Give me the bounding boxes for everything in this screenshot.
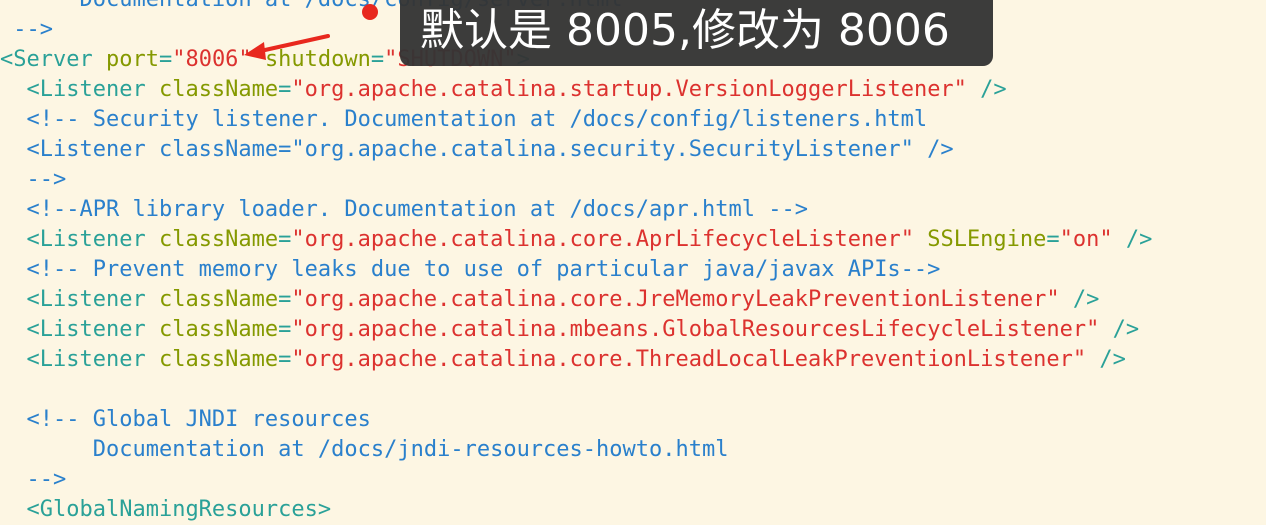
code-token-tag: /> bbox=[1086, 347, 1126, 372]
code-token-tag: /> bbox=[1059, 287, 1100, 312]
code-token-string: "org.apache.catalina.mbeans.GlobalResour… bbox=[291, 317, 1100, 342]
code-line[interactable]: Documentation at /docs/jndi-resources-ho… bbox=[0, 435, 1266, 465]
code-token-attr: className bbox=[158, 77, 279, 102]
code-line[interactable]: <!--APR library loader. Documentation at… bbox=[0, 195, 1266, 225]
code-line[interactable] bbox=[0, 375, 1266, 405]
code-token-punct bbox=[914, 227, 927, 252]
code-line[interactable]: <!-- Security listener. Documentation at… bbox=[0, 105, 1266, 135]
code-token-punct: = bbox=[1046, 227, 1060, 252]
code-line[interactable]: <Listener className="org.apache.catalina… bbox=[0, 345, 1266, 375]
code-token-string: "org.apache.catalina.core.ThreadLocalLea… bbox=[291, 347, 1087, 372]
code-token-tag: <Listener bbox=[26, 317, 159, 342]
code-token-comment: <Listener className="org.apache.catalina… bbox=[26, 137, 954, 162]
code-editor[interactable]: Documentation at /docs/config/server.htm… bbox=[0, 0, 1266, 525]
code-token-punct: = bbox=[278, 347, 292, 372]
code-token-attr: className bbox=[158, 287, 279, 312]
code-token-tag: /> bbox=[1099, 317, 1140, 342]
code-token-attr: port bbox=[105, 47, 159, 72]
code-line[interactable]: <Listener className="org.apache.catalina… bbox=[0, 75, 1266, 105]
code-token-comment: <!-- Global JNDI resources bbox=[26, 407, 371, 432]
code-token-tag: /> bbox=[966, 77, 1007, 102]
code-line[interactable]: <GlobalNamingResources> bbox=[0, 495, 1266, 525]
code-line[interactable]: <!-- Prevent memory leaks due to use of … bbox=[0, 255, 1266, 285]
annotation-arrow-icon bbox=[244, 34, 330, 60]
code-token-comment: --> bbox=[26, 167, 67, 192]
code-token-tag: <Listener bbox=[26, 77, 159, 102]
code-token-tag: <Listener bbox=[26, 347, 159, 372]
code-token-comment: <!-- Prevent memory leaks due to use of … bbox=[26, 257, 941, 282]
code-token-punct: = bbox=[278, 77, 292, 102]
code-token-punct: = bbox=[278, 227, 292, 252]
annotation-marker-dot bbox=[362, 4, 378, 20]
code-token-punct: = bbox=[278, 317, 292, 342]
code-token-attr: className bbox=[158, 317, 279, 342]
code-token-tag: /> bbox=[1112, 227, 1153, 252]
code-token-string: "on" bbox=[1059, 227, 1113, 252]
code-line[interactable]: <Listener className="org.apache.catalina… bbox=[0, 135, 1266, 165]
code-token-attr: SSLEngine bbox=[927, 227, 1047, 252]
code-line[interactable]: <Listener className="org.apache.catalina… bbox=[0, 225, 1266, 255]
code-token-string: "org.apache.catalina.core.JreMemoryLeakP… bbox=[291, 287, 1060, 312]
code-line[interactable]: <Listener className="org.apache.catalina… bbox=[0, 315, 1266, 345]
code-line[interactable]: --> bbox=[0, 465, 1266, 495]
code-line[interactable]: <!-- Global JNDI resources bbox=[0, 405, 1266, 435]
code-token-punct: = bbox=[278, 287, 292, 312]
code-token-punct: = bbox=[370, 47, 385, 72]
code-token-comment: --> bbox=[26, 467, 67, 492]
code-token-attr: className bbox=[158, 227, 279, 252]
code-line[interactable]: <Listener className="org.apache.catalina… bbox=[0, 285, 1266, 315]
code-token-tag: <Listener bbox=[26, 227, 159, 252]
code-token-attr: className bbox=[158, 347, 279, 372]
code-token-comment: <!-- Security listener. Documentation at… bbox=[26, 107, 928, 132]
code-token-tag: <Listener bbox=[26, 287, 159, 312]
code-token-tag: <Server bbox=[0, 47, 106, 72]
code-token-punct: = bbox=[158, 47, 173, 72]
code-token-comment: --> bbox=[13, 17, 53, 42]
annotation-callout: 默认是 8005,修改为 8006 bbox=[400, 0, 993, 66]
code-line[interactable]: --> bbox=[0, 165, 1266, 195]
annotation-text: 默认是 8005,修改为 8006 bbox=[420, 5, 950, 56]
code-token-string: "org.apache.catalina.startup.VersionLogg… bbox=[291, 77, 967, 102]
code-token-comment: Documentation at /docs/jndi-resources-ho… bbox=[92, 437, 729, 462]
code-token-string: "org.apache.catalina.core.AprLifecycleLi… bbox=[291, 227, 914, 252]
code-token-comment: <!--APR library loader. Documentation at… bbox=[26, 197, 808, 222]
